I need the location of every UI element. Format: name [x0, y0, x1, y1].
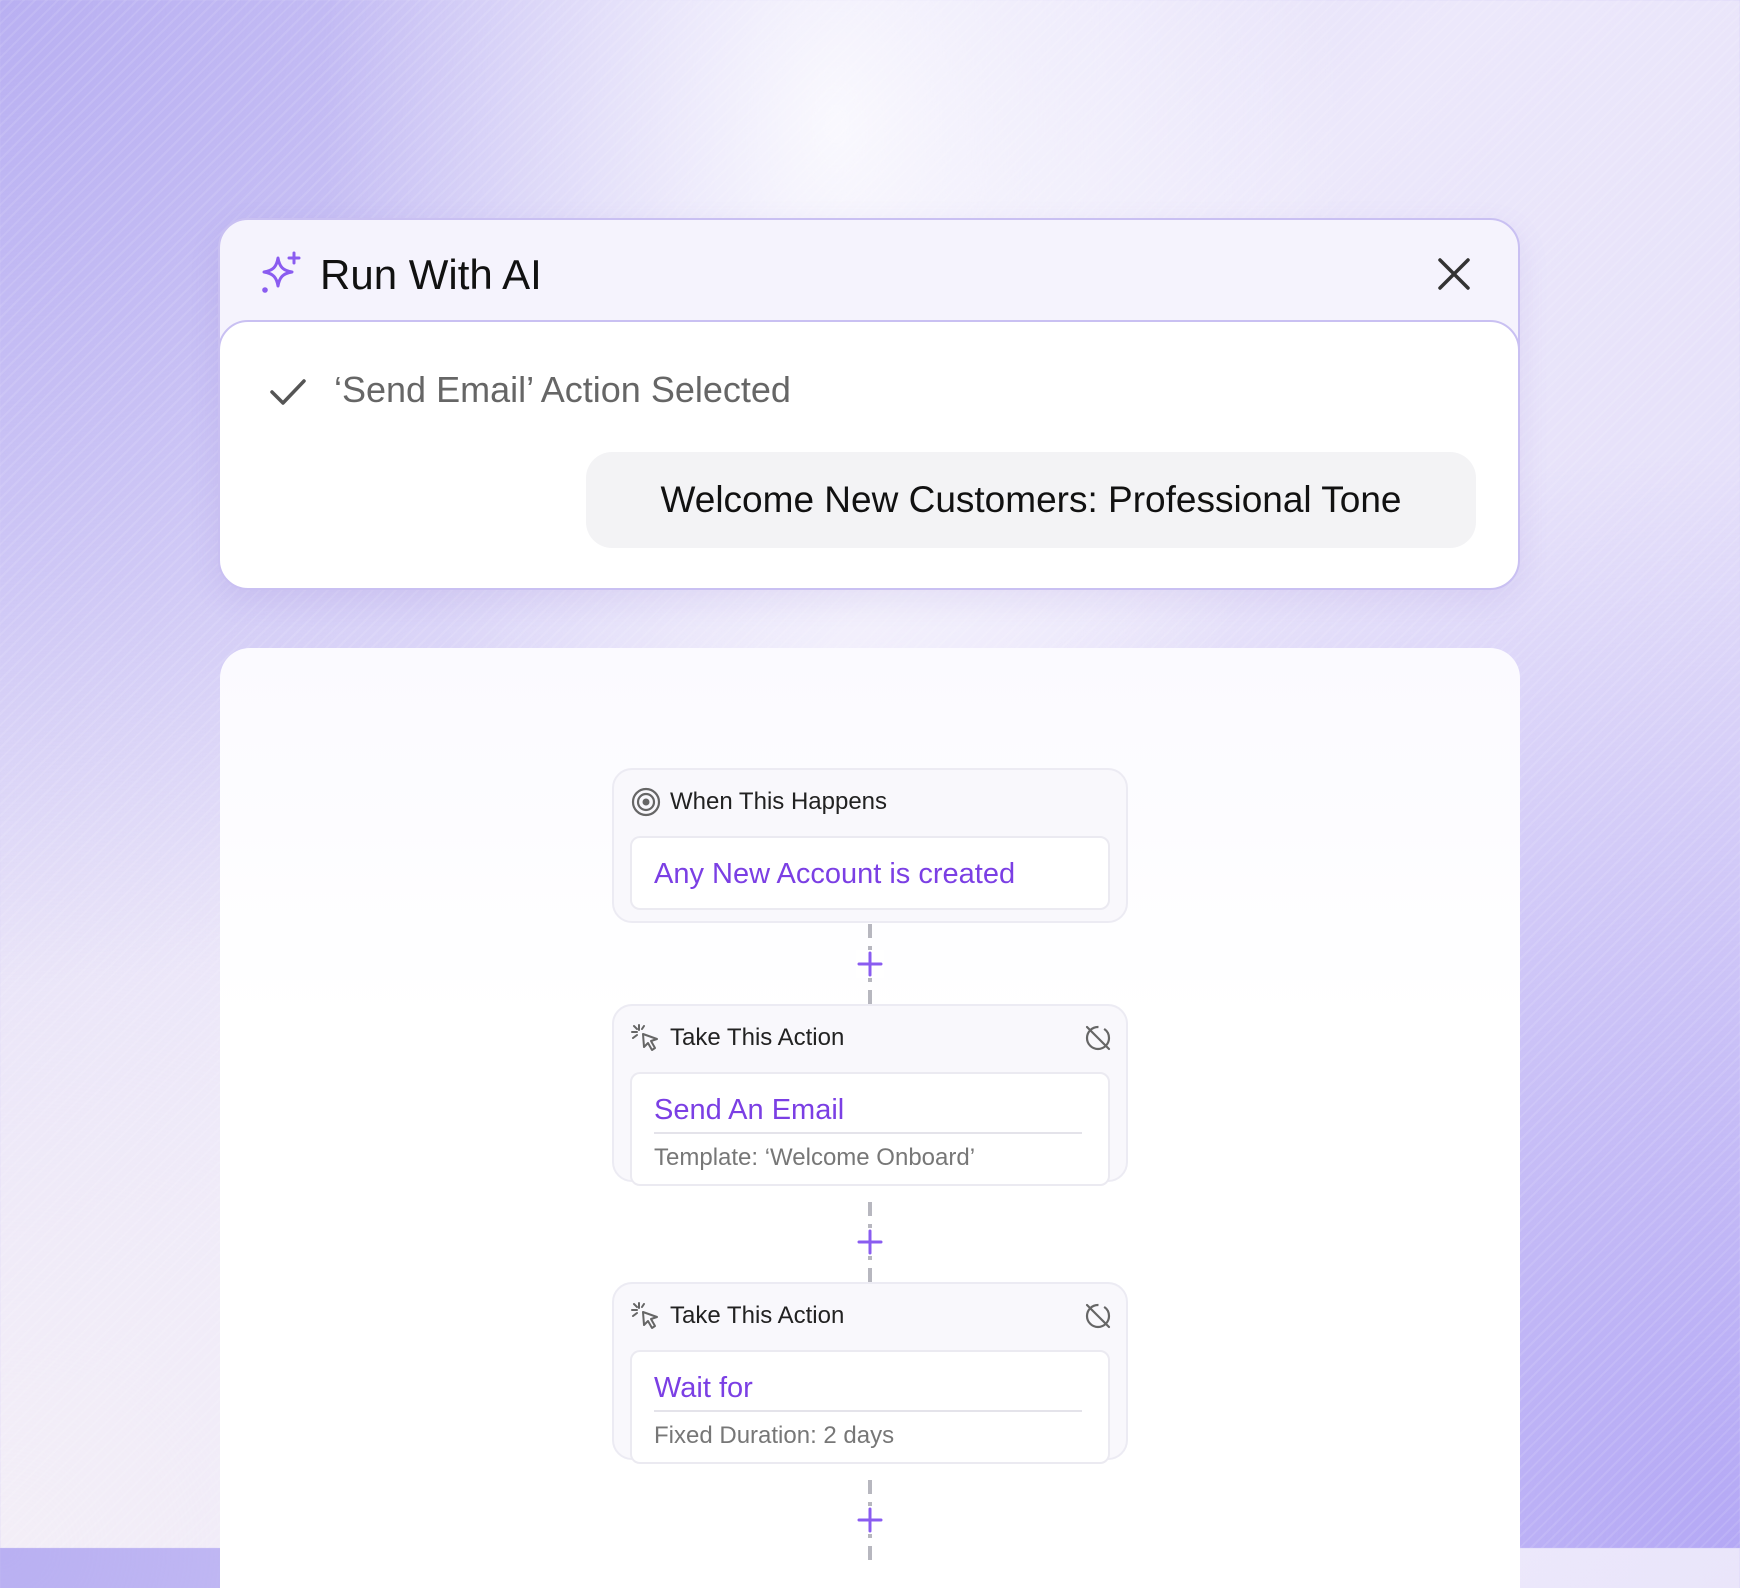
action-node-header: Take This Action [670, 1302, 845, 1329]
add-step-icon[interactable] [856, 1228, 884, 1256]
action-title: Send An Email [654, 1094, 845, 1126]
workflow-canvas: When This Happens Any New Account is cre… [220, 648, 1520, 1588]
target-icon [631, 787, 661, 817]
cursor-click-icon [631, 1024, 658, 1051]
action-node-header: Take This Action [670, 1024, 845, 1051]
sparkle-icon [262, 251, 301, 293]
prompt-chip[interactable]: Welcome New Customers: Professional Tone [586, 452, 1476, 548]
prompt-text: Welcome New Customers: Professional Tone [660, 479, 1402, 520]
action-title: Wait for [654, 1372, 753, 1404]
card-divider [654, 1132, 1082, 1134]
action-node-send-email: Take This Action Send An Email Template:… [612, 1004, 1128, 1186]
add-step-icon[interactable] [856, 950, 884, 978]
action-card-wait[interactable]: Wait for Fixed Duration: 2 days [630, 1350, 1110, 1464]
trigger-node-header: When This Happens [670, 788, 888, 815]
ai-panel-header: Run With AI [220, 220, 1518, 320]
run-with-ai-panel: Run With AI ‘Send Email’ Action Selected… [218, 218, 1520, 590]
add-step-icon[interactable] [856, 1506, 884, 1534]
selected-action-status: ‘Send Email’ Action Selected [334, 369, 791, 410]
cursor-click-icon [631, 1302, 658, 1329]
action-card-send-email[interactable]: Send An Email Template: ‘Welcome Onboard… [630, 1072, 1110, 1186]
disable-icon[interactable] [1082, 1022, 1114, 1054]
trigger-event-title: Any New Account is created [654, 858, 1016, 890]
checkmark-icon [270, 379, 306, 405]
ai-panel-title: Run With AI [320, 251, 542, 298]
card-divider [654, 1410, 1082, 1412]
close-icon[interactable] [1434, 254, 1474, 294]
ai-panel-body: ‘Send Email’ Action Selected Welcome New… [220, 320, 1518, 588]
disable-icon[interactable] [1082, 1300, 1114, 1332]
action-detail: Template: ‘Welcome Onboard’ [654, 1144, 976, 1171]
trigger-node: When This Happens Any New Account is cre… [612, 768, 1128, 923]
trigger-event-card[interactable]: Any New Account is created [630, 836, 1110, 910]
action-node-wait: Take This Action Wait for Fixed Duration… [612, 1282, 1128, 1464]
action-detail: Fixed Duration: 2 days [654, 1422, 895, 1449]
